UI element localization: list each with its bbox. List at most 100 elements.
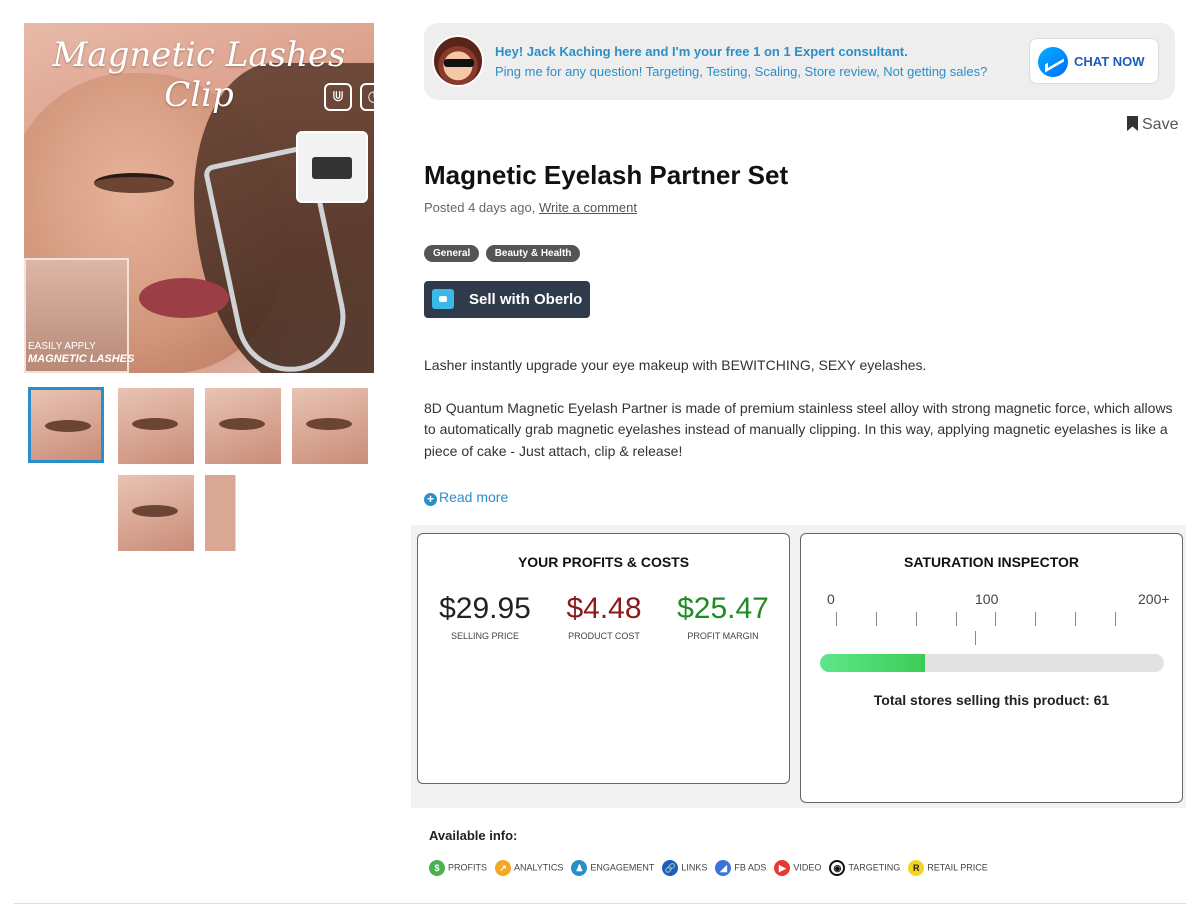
thumbnail[interactable]: [28, 387, 104, 463]
chat-now-label: CHAT NOW: [1074, 54, 1145, 69]
available-info-label: FB ADS: [734, 862, 767, 873]
available-info-item: ◉ TARGETING: [829, 859, 901, 876]
thumbnail-image: [132, 418, 178, 430]
read-more-link[interactable]: + Read more: [424, 489, 508, 506]
model-eye: [94, 173, 174, 193]
scale-max-label: 200+: [1138, 591, 1170, 607]
scale-tick: [1035, 612, 1036, 626]
consultant-subline: Ping me for any question! Targeting, Tes…: [495, 64, 988, 79]
posted-time: Posted 4 days ago,: [424, 200, 536, 215]
image-banner-text: Magnetic Lashes Clip: [52, 35, 346, 115]
product-box-graphic: [296, 131, 368, 203]
write-comment-link[interactable]: Write a comment: [539, 200, 637, 215]
available-info-item: ◢ FB ADS: [715, 859, 767, 876]
available-info-label: ANALYTICS: [514, 862, 564, 873]
thumbnail-image: [306, 418, 352, 430]
selling-price-value: $29.95: [439, 592, 531, 625]
scale-marker: [975, 631, 976, 645]
available-info-label: LINKS: [681, 862, 708, 873]
available-info-item: $ PROFITS: [429, 859, 488, 876]
available-info-item: ♟ ENGAGEMENT: [571, 859, 655, 876]
inset-caption-big: MAGNETIC LASHES: [28, 353, 135, 365]
thumbnail[interactable]: [292, 388, 368, 464]
profits-costs-card: YOUR PROFITS & COSTS $29.95 SELLING PRIC…: [417, 533, 790, 784]
save-label: Save: [1142, 116, 1179, 133]
product-description: Lasher instantly upgrade your eye makeup…: [424, 355, 1174, 483]
thumbnail-image: [45, 420, 91, 432]
thumbnail-image: [132, 505, 178, 517]
oberlo-icon: [432, 289, 454, 309]
profits-heading: YOUR PROFITS & COSTS: [517, 554, 690, 570]
video-icon: ▶: [774, 859, 791, 876]
thumbnail[interactable]: [205, 475, 281, 551]
dollar-icon: $: [429, 859, 445, 876]
thumbnail[interactable]: [205, 388, 281, 464]
scale-min-label: 0: [827, 591, 835, 607]
saturation-inspector-card: SATURATION INSPECTOR 0 100 200+ Total st…: [800, 533, 1183, 803]
product-title: Magnetic Eyelash Partner Set: [424, 160, 789, 190]
tag-beauty-health[interactable]: Beauty & Health: [485, 245, 581, 262]
product-cost: $4.48 PRODUCT COST: [545, 592, 663, 641]
available-info-item: ▶ VIDEO: [774, 859, 822, 876]
save-button[interactable]: Save: [1127, 116, 1178, 134]
avatar: [432, 35, 484, 87]
profit-margin: $25.47 PROFIT MARGIN: [664, 592, 782, 641]
available-info-label: TARGETING: [848, 862, 901, 873]
product-cost-value: $4.48: [566, 592, 642, 625]
available-info-item: R RETAIL PRICE: [908, 859, 988, 876]
available-info-label: ENGAGEMENT: [590, 862, 655, 873]
profit-margin-label: PROFIT MARGIN: [687, 631, 759, 641]
inset-caption: EASILY APPLY MAGNETIC LASHES: [28, 341, 134, 366]
scale-tick: [876, 612, 877, 626]
divider: [14, 903, 1186, 904]
posted-info: Posted 4 days ago, Write a comment: [424, 200, 637, 215]
scale-tick: [1115, 612, 1116, 626]
saturation-heading: SATURATION INSPECTOR: [903, 554, 1079, 570]
model-lips: [139, 278, 229, 318]
bookmark-icon: [1127, 116, 1138, 131]
available-info-title: Available info:: [429, 828, 518, 843]
selling-price: $29.95 SELLING PRICE: [426, 592, 544, 641]
thumbnail-image: [219, 418, 265, 430]
product-main-image[interactable]: ⋓ ◷ EASILY APPLY MAGNETIC LASHES Magneti…: [24, 23, 374, 373]
profit-margin-value: $25.47: [677, 592, 769, 625]
available-info-label: VIDEO: [793, 862, 822, 873]
fb-ads-icon: ◢: [715, 859, 732, 876]
retail-price-icon: R: [908, 859, 925, 876]
total-stores-text: Total stores selling this product: 61: [873, 692, 1110, 708]
scale-mid-label: 100: [975, 591, 999, 607]
available-info-label: RETAIL PRICE: [927, 862, 988, 873]
thumbnail[interactable]: [118, 388, 194, 464]
consultant-headline: Hey! Jack Kaching here and I'm your free…: [495, 44, 908, 59]
analytics-icon: ↗: [495, 859, 512, 876]
tag-general[interactable]: General: [424, 245, 480, 262]
scale-tick: [995, 612, 996, 626]
available-info-list: $ PROFITS ↗ ANALYTICS ♟ ENGAGEMENT 🔗 LINKS ◢ FB A…: [429, 859, 996, 877]
target-icon: ◉: [829, 859, 846, 876]
scale-tick: [916, 612, 917, 626]
category-tags: General Beauty & Health: [424, 243, 582, 262]
thumbnail[interactable]: [118, 475, 194, 551]
scale-tick: [836, 612, 837, 626]
saturation-bar-fill: [820, 654, 925, 672]
messenger-icon: [1038, 47, 1068, 77]
chat-now-button[interactable]: CHAT NOW: [1029, 38, 1159, 84]
consultant-banner: Hey! Jack Kaching here and I'm your free…: [424, 23, 1175, 100]
description-paragraph: Lasher instantly upgrade your eye makeup…: [424, 357, 927, 373]
sell-with-oberlo-button[interactable]: Sell with Oberlo: [424, 281, 590, 318]
scale-tick: [1075, 612, 1076, 626]
available-info-label: PROFITS: [448, 862, 488, 873]
engagement-icon: ♟: [571, 859, 588, 876]
available-info-item: 🔗 LINKS: [662, 859, 708, 876]
selling-price-label: SELLING PRICE: [450, 631, 520, 641]
available-info-item: ↗ ANALYTICS: [495, 859, 564, 876]
inset-caption-small: EASILY APPLY: [28, 341, 96, 352]
oberlo-label: Sell with Oberlo: [469, 291, 583, 308]
description-paragraph: 8D Quantum Magnetic Eyelash Partner is m…: [424, 399, 1173, 459]
saturation-bar: [820, 654, 1164, 672]
link-icon: 🔗: [662, 859, 679, 876]
plus-circle-icon: +: [424, 493, 437, 506]
product-cost-label: PRODUCT COST: [568, 631, 640, 641]
scale-tick: [956, 612, 957, 626]
read-more-label: Read more: [439, 489, 509, 505]
